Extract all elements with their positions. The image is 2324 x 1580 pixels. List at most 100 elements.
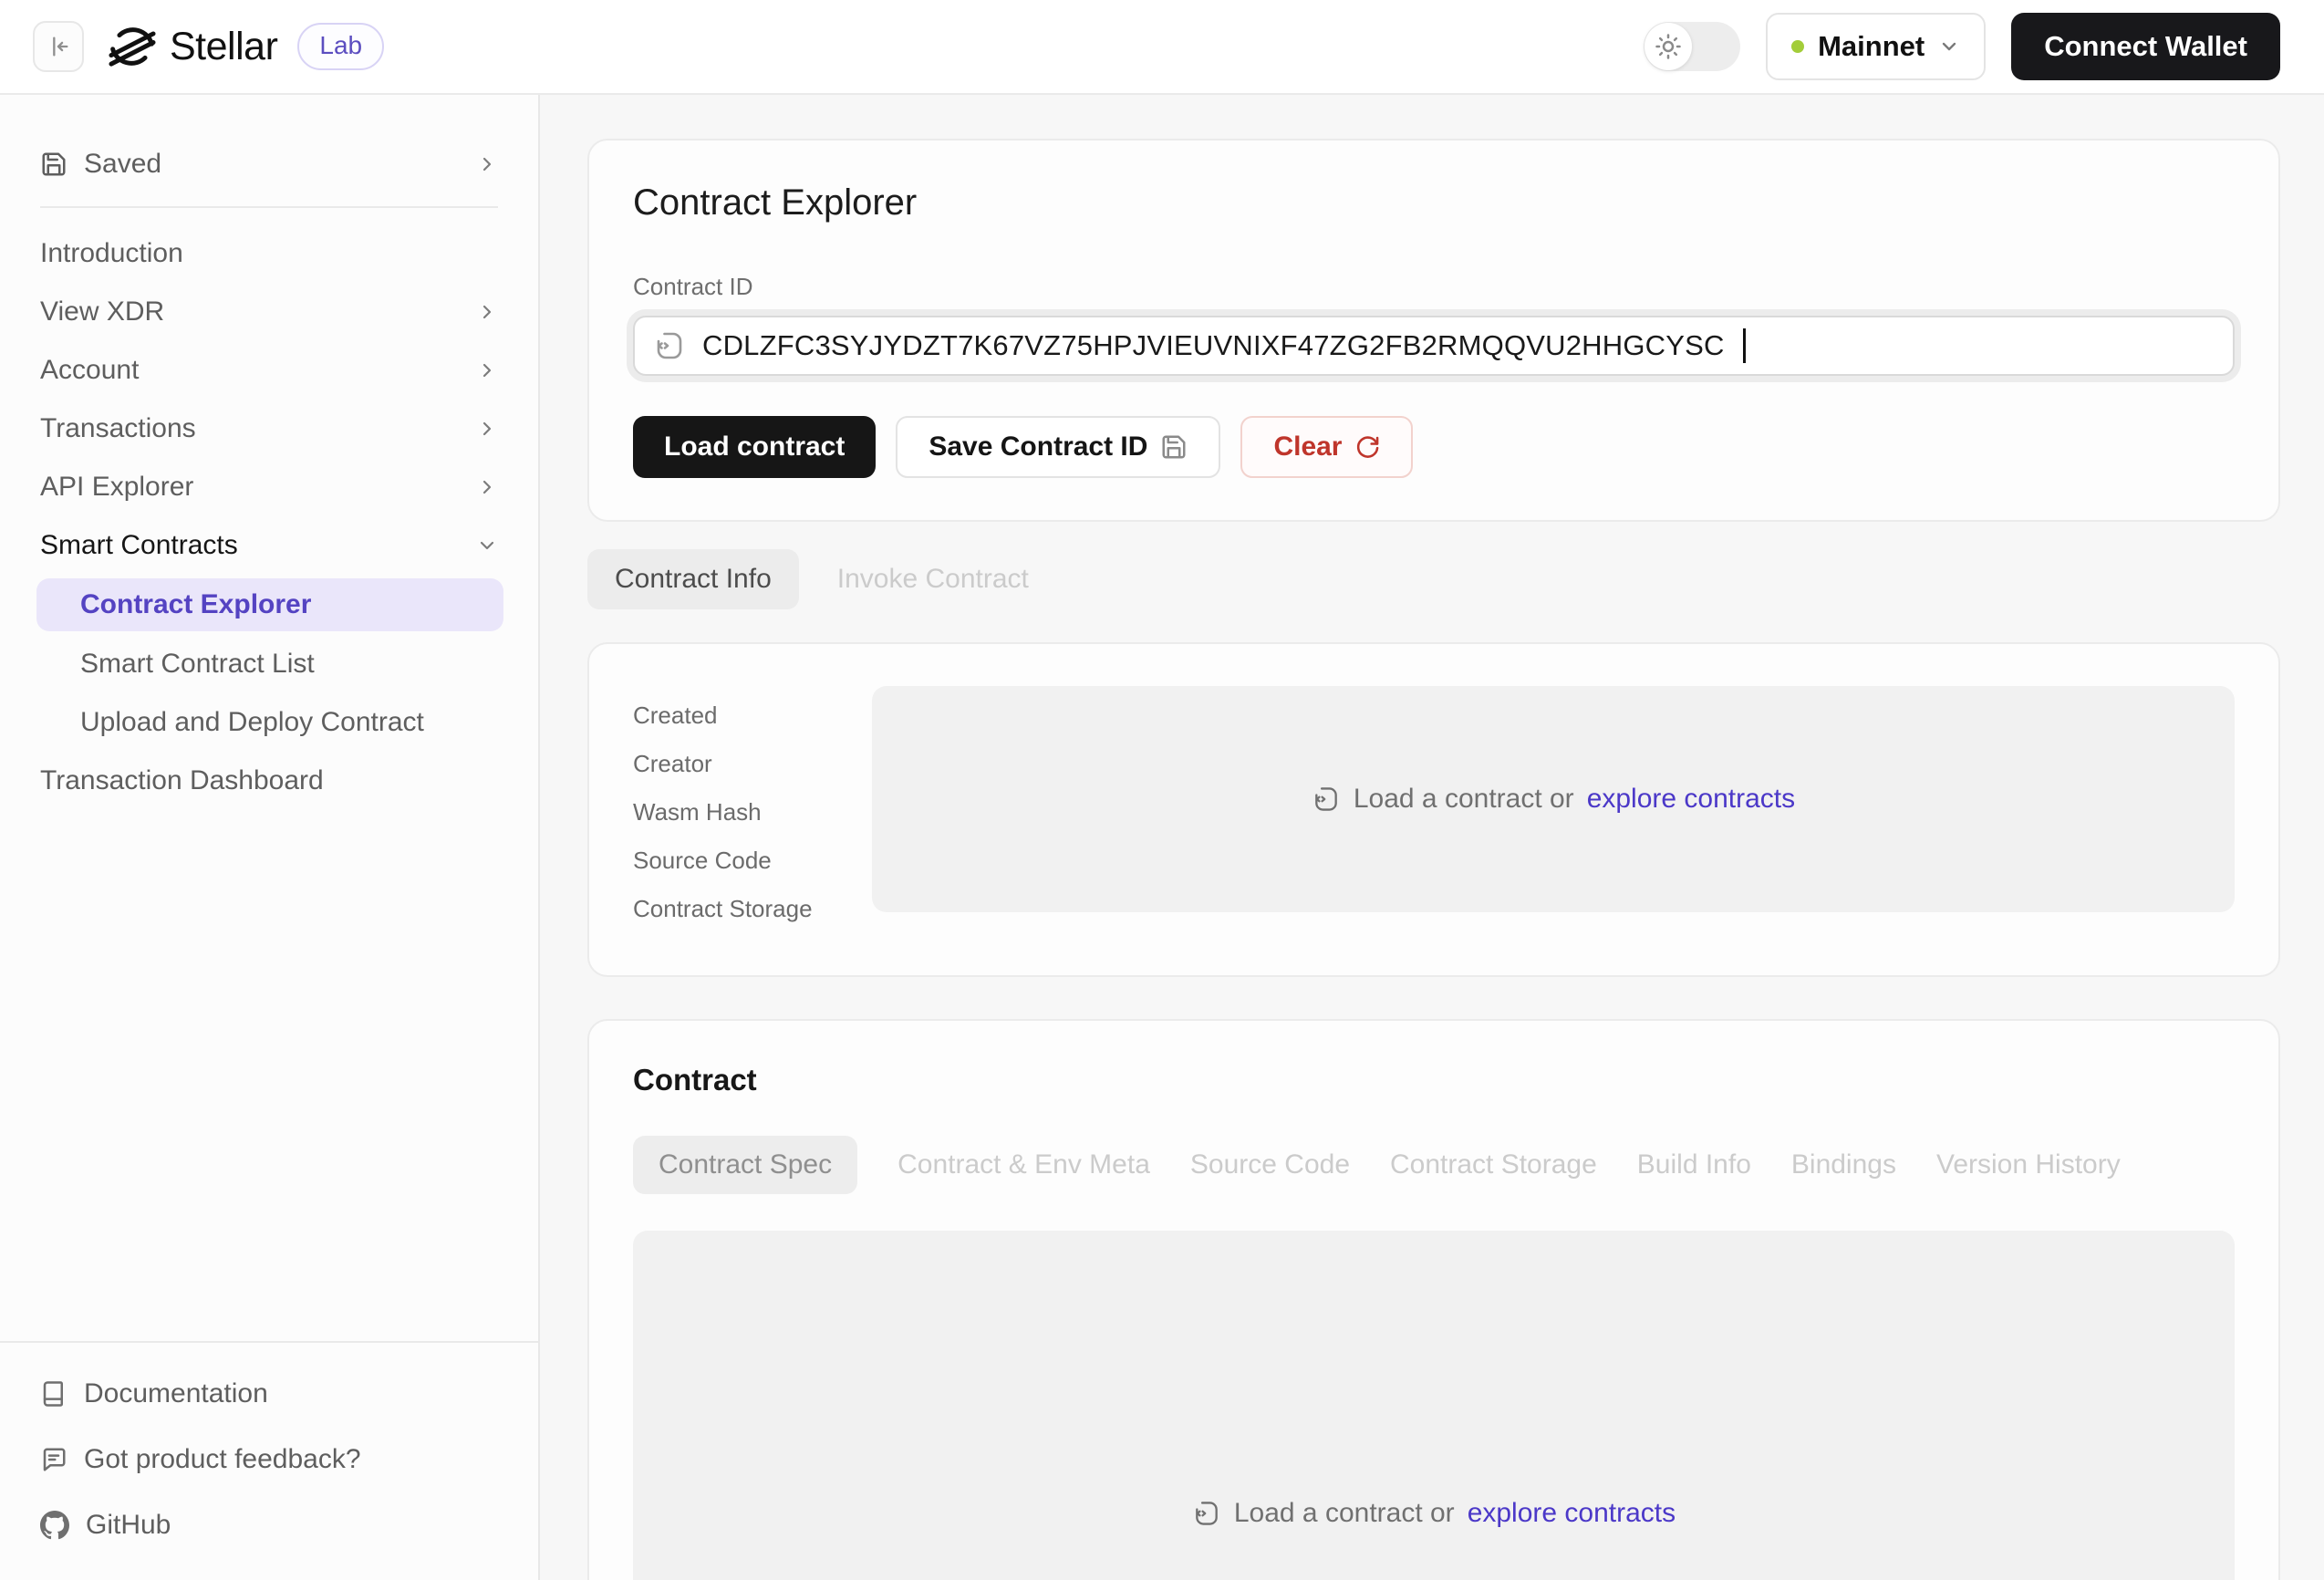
contract-icon [1192, 1499, 1221, 1528]
sidebar-item-account[interactable]: Account [40, 341, 498, 400]
contract-info-card: Created Creator Wasm Hash Source Code Co… [587, 642, 2280, 977]
contract-id-label: Contract ID [633, 273, 2235, 301]
refresh-icon [1354, 434, 1380, 460]
contract-id-input[interactable]: CDLZFC3SYJYDZT7K67VZ75HPJVIEUVNIXF47ZG2F… [633, 316, 2235, 376]
sidebar-item-api-explorer[interactable]: API Explorer [40, 458, 498, 516]
tab-contract-spec[interactable]: Contract Spec [633, 1136, 857, 1194]
save-icon [1160, 433, 1188, 461]
stellar-logo[interactable]: Stellar [108, 22, 277, 71]
sidebar-item-saved[interactable]: Saved [40, 135, 498, 193]
collapse-sidebar-button[interactable] [33, 21, 84, 72]
sun-icon [1655, 33, 1682, 60]
sidebar-item-introduction[interactable]: Introduction [40, 224, 498, 283]
sidebar-item-label: GitHub [86, 1510, 171, 1541]
sidebar-item-label: Got product feedback? [84, 1444, 361, 1475]
field-label-source-code: Source Code [633, 837, 872, 885]
sidebar-item-transaction-dashboard[interactable]: Transaction Dashboard [40, 752, 498, 810]
logo-text: Stellar [170, 25, 277, 69]
chevron-right-icon [476, 301, 498, 323]
field-label-wasm-hash: Wasm Hash [633, 788, 872, 837]
sidebar-item-label: Saved [84, 149, 161, 180]
sidebar-nav: Saved Introduction View XDR Account Tran… [0, 95, 538, 1341]
button-label: Clear [1273, 431, 1342, 463]
sidebar-item-documentation[interactable]: Documentation [40, 1361, 498, 1427]
sidebar-item-transactions[interactable]: Transactions [40, 400, 498, 458]
sidebar-item-label: Introduction [40, 238, 183, 269]
tab-build-info: Build Info [1637, 1149, 1751, 1180]
sidebar-item-smart-contract-list[interactable]: Smart Contract List [40, 635, 498, 693]
tab-bindings: Bindings [1791, 1149, 1896, 1180]
sidebar-item-feedback[interactable]: Got product feedback? [40, 1427, 498, 1492]
contract-explorer-card: Contract Explorer Contract ID CDLZFC3SYJ… [587, 139, 2280, 522]
empty-state-text: Load a contract or [1354, 784, 1574, 815]
sidebar-item-smart-contracts[interactable]: Smart Contracts [40, 516, 498, 575]
chevron-right-icon [476, 359, 498, 381]
tab-contract-env-meta: Contract & Env Meta [897, 1149, 1150, 1180]
load-contract-button[interactable]: Load contract [633, 416, 876, 478]
empty-state-text: Load a contract or [1234, 1498, 1455, 1529]
sidebar-item-label: Contract Explorer [80, 589, 311, 620]
sidebar-item-label: Upload and Deploy Contract [80, 707, 424, 738]
theme-toggle[interactable] [1644, 22, 1740, 71]
clear-button[interactable]: Clear [1240, 416, 1413, 478]
network-label: Mainnet [1818, 30, 1925, 63]
explore-contracts-link[interactable]: explore contracts [1587, 784, 1795, 815]
collapse-sidebar-icon [46, 34, 71, 59]
field-label-contract-storage: Contract Storage [633, 885, 872, 933]
tab-invoke-contract: Invoke Contract [837, 564, 1029, 595]
network-selector[interactable]: Mainnet [1766, 13, 1986, 80]
github-icon [40, 1511, 69, 1540]
sidebar-item-label: Smart Contract List [80, 649, 315, 680]
sidebar-item-label: View XDR [40, 296, 164, 327]
sidebar-item-label: Account [40, 355, 139, 386]
contract-card-title: Contract [633, 1063, 2235, 1097]
save-contract-id-button[interactable]: Save Contract ID [896, 416, 1220, 478]
header-actions: Mainnet Connect Wallet [1644, 13, 2280, 80]
tab-contract-storage: Contract Storage [1390, 1149, 1597, 1180]
contract-card: Contract Contract Spec Contract & Env Me… [587, 1019, 2280, 1580]
sidebar-footer: Documentation Got product feedback? GitH… [0, 1341, 538, 1580]
app-header: Stellar Lab Mainnet Connect Wallet [0, 0, 2324, 95]
main-content: Contract Explorer Contract ID CDLZFC3SYJ… [540, 0, 2324, 1580]
contract-spec-empty-state: Load a contract or explore contracts [633, 1231, 2235, 1580]
tab-version-history: Version History [1936, 1149, 2121, 1180]
sidebar-item-label: Smart Contracts [40, 530, 238, 561]
contract-tabs: Contract Info Invoke Contract [587, 549, 2280, 609]
sidebar-item-label: Documentation [84, 1378, 268, 1409]
contract-info-empty-state: Load a contract or explore contracts [872, 686, 2235, 912]
tab-source-code: Source Code [1190, 1149, 1350, 1180]
sidebar-item-label: Transaction Dashboard [40, 765, 324, 796]
chevron-down-icon [476, 535, 498, 556]
explore-contracts-link[interactable]: explore contracts [1468, 1498, 1676, 1529]
contract-info-fields: Created Creator Wasm Hash Source Code Co… [633, 686, 872, 933]
sidebar-item-view-xdr[interactable]: View XDR [40, 283, 498, 341]
chevron-right-icon [476, 153, 498, 175]
stellar-logo-icon [108, 22, 157, 71]
save-icon [40, 151, 67, 178]
book-icon [40, 1380, 67, 1408]
sidebar-item-label: API Explorer [40, 472, 193, 503]
theme-knob [1644, 23, 1692, 70]
chevron-right-icon [476, 476, 498, 498]
lab-badge: Lab [297, 23, 384, 70]
connect-wallet-button[interactable]: Connect Wallet [2011, 13, 2280, 80]
sidebar-item-upload-deploy-contract[interactable]: Upload and Deploy Contract [40, 693, 498, 752]
field-label-creator: Creator [633, 740, 872, 788]
text-caret [1743, 328, 1746, 363]
sidebar-item-contract-explorer[interactable]: Contract Explorer [36, 578, 503, 631]
page-title: Contract Explorer [633, 182, 2235, 223]
feedback-icon [40, 1446, 67, 1473]
button-label: Save Contract ID [929, 431, 1147, 463]
sidebar-item-label: Transactions [40, 413, 196, 444]
field-label-created: Created [633, 691, 872, 740]
sidebar-divider [40, 206, 498, 208]
explorer-actions: Load contract Save Contract ID Clear [633, 416, 2235, 478]
contract-id-value: CDLZFC3SYJYDZT7K67VZ75HPJVIEUVNIXF47ZG2F… [702, 329, 1725, 362]
contract-detail-tabs: Contract Spec Contract & Env Meta Source… [633, 1136, 2235, 1194]
chevron-down-icon [1938, 36, 1960, 57]
tab-contract-info[interactable]: Contract Info [587, 549, 799, 609]
chevron-right-icon [476, 418, 498, 440]
network-status-dot [1791, 40, 1804, 53]
sidebar: Saved Introduction View XDR Account Tran… [0, 95, 540, 1580]
sidebar-item-github[interactable]: GitHub [40, 1492, 498, 1558]
